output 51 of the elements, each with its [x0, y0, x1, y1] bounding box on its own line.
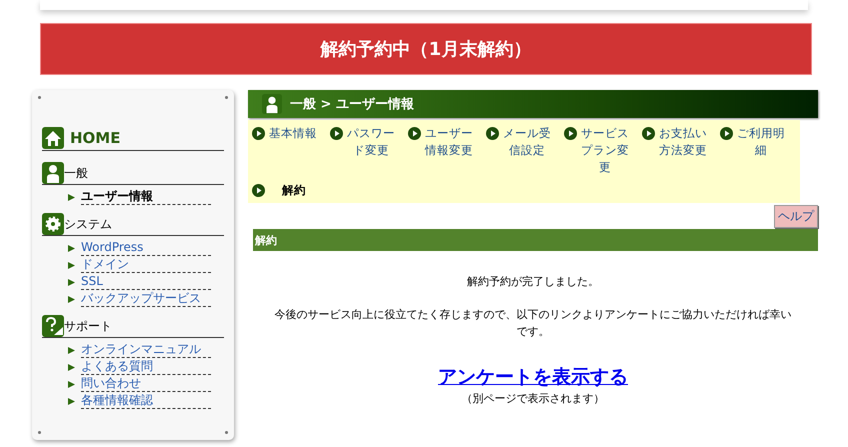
message-text: 解約予約が完了しました。 [466, 274, 600, 290]
person-icon [262, 94, 282, 114]
play-icon [642, 127, 655, 140]
header-title: 一般 > ユーザー情報 [290, 96, 414, 113]
subnav-link[interactable]: ユーザー情報変更 [408, 125, 486, 176]
subnav-link[interactable]: サービスプラン変更 [564, 125, 642, 176]
sidebar-link[interactable]: SSL [81, 274, 211, 290]
bullet-icon [68, 194, 75, 200]
help-icon [42, 315, 64, 337]
bullet-icon [68, 262, 75, 268]
bullet-icon [68, 296, 75, 302]
sidebar-link[interactable]: オンラインマニュアル [81, 342, 211, 358]
bullet-icon [68, 346, 75, 354]
play-icon [564, 127, 577, 140]
play-icon [720, 127, 733, 140]
bullet-icon [68, 278, 75, 286]
help-button[interactable]: ヘルプ [774, 205, 818, 228]
home-icon [42, 127, 64, 149]
request-text: 今後のサービス向上に役立てたく存じますので、以下のリンクよりアンケートにご協力いただければ幸いです。 [274, 307, 792, 340]
play-icon [408, 127, 421, 140]
subnav-link[interactable]: ご利用明細 [720, 125, 798, 176]
subnav-link[interactable]: 解約 [252, 182, 798, 199]
sidebar-link[interactable]: ユーザー情報 [81, 189, 211, 205]
bullet-icon [68, 398, 75, 404]
sidebar-link[interactable]: 各種情報確認 [81, 393, 211, 409]
survey-link[interactable]: アンケートを表示する [438, 364, 628, 390]
subnav-link[interactable]: メール受信設定 [486, 125, 564, 176]
section-title: HOME [70, 129, 120, 147]
status-banner: 解約予約中（1月末解約） [40, 23, 812, 75]
note-text: （別ページで表示されます） [460, 391, 606, 407]
bullet-icon [68, 244, 75, 252]
section-title: システム [64, 216, 112, 232]
play-icon [330, 127, 343, 140]
subnav-link[interactable]: お支払い方法変更 [642, 125, 720, 176]
sidebar-link[interactable]: よくある質問 [81, 359, 211, 375]
section-title: 一般 [64, 164, 88, 182]
subnav-link[interactable]: 基本情報 [252, 125, 330, 176]
play-icon [252, 127, 265, 140]
bullet-icon [68, 380, 75, 388]
gear-icon [42, 213, 64, 235]
section-bar: 解約 [253, 229, 818, 251]
sidebar-link[interactable]: WordPress [81, 240, 211, 256]
play-icon [252, 184, 265, 197]
play-icon [486, 127, 499, 140]
sidebar-link[interactable]: ドメイン [81, 257, 211, 273]
sidebar-link[interactable]: 問い合わせ [81, 376, 211, 392]
bullet-icon [68, 364, 75, 370]
sidebar-link[interactable]: バックアップサービス [81, 291, 211, 307]
section-title: サポート [64, 318, 112, 334]
subnav-link[interactable]: パスワード変更 [330, 125, 408, 176]
person-icon [42, 162, 64, 184]
